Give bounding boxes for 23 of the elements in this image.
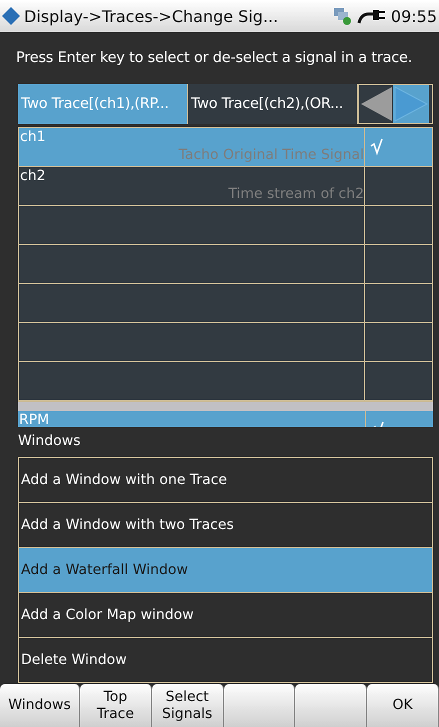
signal-row[interactable]: ch2 Time stream of ch2 [19,167,432,206]
menu-item[interactable]: Add a Waterfall Window [19,548,432,593]
tab-scroll-buttons[interactable] [358,84,433,124]
power-plug-icon [356,8,387,24]
softkey-button[interactable]: Windows [0,684,80,727]
softkey-button[interactable]: Select Signals [152,684,224,727]
signal-name: ch1 [20,129,46,145]
signal-description: Tacho Original Time Signal [178,147,364,163]
signal-name: ch2 [20,168,46,184]
back-icon[interactable] [2,6,20,26]
signal-description: Time stream of ch2 [228,186,364,202]
left-arrow-icon[interactable] [359,85,393,123]
window-title: Display->Traces->Change Sig... [24,6,280,26]
signal-name: RPM [19,412,50,427]
menu-title: Windows [18,433,80,449]
trace-tab[interactable]: Two Trace[(ch2),(OR... [188,84,358,124]
network-icon [332,6,353,26]
softkey-button[interactable]: OK [367,684,439,727]
blank-softkey-button[interactable] [224,684,296,727]
softkey-button[interactable]: Top Trace [80,684,152,727]
instruction-text: Press Enter key to select or de-select a signal in a trace. [15,49,414,68]
clock-time: 09:55 [390,6,437,26]
scrollbar[interactable] [18,402,433,411]
